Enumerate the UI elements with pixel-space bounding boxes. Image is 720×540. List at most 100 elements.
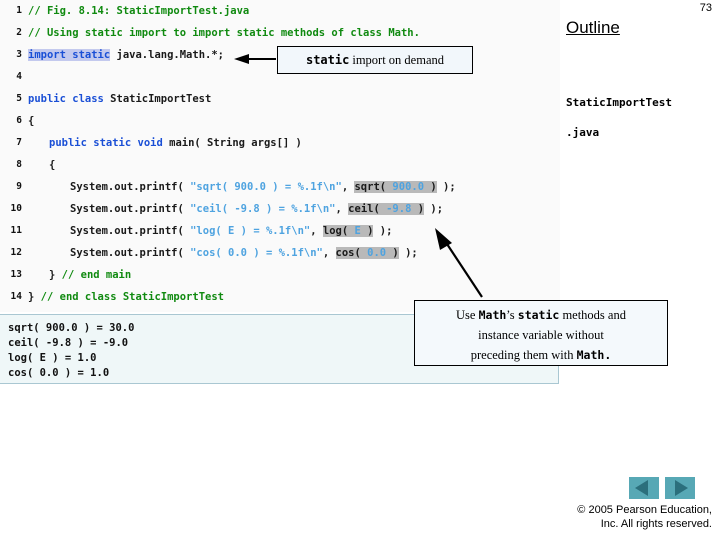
- callout-static-import-on-demand: static import on demand: [277, 46, 473, 74]
- code-line-number: 3: [16, 49, 22, 60]
- code-token: 900.0: [392, 181, 425, 193]
- code-token: System.out.printf(: [70, 181, 191, 193]
- code-token: {: [28, 115, 35, 127]
- code-token: // end class StaticImportTest: [40, 291, 224, 303]
- code-line-text: {: [28, 110, 34, 132]
- code-line-text: System.out.printf( "sqrt( 900.0 ) = %.1f…: [28, 176, 456, 198]
- code-token: "cos( 0.0 ) = %.1f\n": [190, 247, 323, 259]
- code-token: );: [373, 225, 393, 237]
- code-token: );: [398, 247, 418, 259]
- code-line: 5 public class StaticImportTest: [0, 88, 560, 110]
- code-line-number: 13: [10, 269, 22, 280]
- code-token: log(: [322, 225, 355, 237]
- callout-math-text: preceding them with: [470, 348, 577, 362]
- code-token: cos(: [335, 247, 368, 259]
- outline-heading: Outline: [566, 18, 620, 37]
- code-line-text: import static java.lang.Math.*;: [28, 44, 224, 66]
- callout-math-line: instance variable without: [421, 325, 661, 345]
- code-token: public class: [28, 93, 104, 105]
- code-line-number: 12: [10, 247, 22, 258]
- callout-math-text: methods and: [559, 308, 626, 322]
- previous-slide-button[interactable]: [629, 477, 659, 499]
- code-token: System.out.printf(: [70, 203, 191, 215]
- slide-navigation: [629, 477, 695, 501]
- code-line-number: 14: [10, 291, 22, 302]
- output-line: cos( 0.0 ) = 1.0: [8, 367, 110, 379]
- code-token: }: [49, 269, 62, 281]
- code-line-text: } // end main: [28, 264, 131, 286]
- code-line-text: System.out.printf( "log( E ) = %.1f\n", …: [28, 220, 392, 242]
- callout-math-text: ’s: [506, 308, 518, 322]
- code-line: 13} // end main: [0, 264, 560, 286]
- code-token: 0.0: [367, 247, 387, 259]
- code-line-number: 10: [10, 203, 22, 214]
- code-token: ,: [310, 225, 323, 237]
- right-triangle-icon: [675, 480, 688, 496]
- code-token: }: [28, 291, 41, 303]
- copyright-line-2: Inc. All rights reserved.: [600, 518, 712, 530]
- code-token: // Using static import to import static …: [28, 27, 420, 39]
- next-slide-button[interactable]: [665, 477, 695, 499]
- code-token: ): [424, 181, 437, 193]
- code-token: main( String args[] ): [162, 137, 302, 149]
- code-line-text: // Using static import to import static …: [28, 22, 420, 44]
- code-line-text: System.out.printf( "ceil( -9.8 ) = %.1f\…: [28, 198, 443, 220]
- callout-math-static-methods: Use Math’s static methods and instance va…: [414, 300, 668, 366]
- code-line: 1 // Fig. 8.14: StaticImportTest.java: [0, 0, 560, 22]
- code-token: // Fig. 8.14: StaticImportTest.java: [28, 5, 250, 17]
- code-line: 2 // Using static import to import static…: [0, 22, 560, 44]
- code-token: "sqrt( 900.0 ) = %.1f\n": [190, 181, 342, 193]
- callout-math-text: Use: [456, 308, 479, 322]
- copyright-line-1: © 2005 Pearson Education,: [577, 504, 712, 516]
- code-token: E: [354, 225, 361, 237]
- code-token: StaticImportTest: [103, 93, 212, 105]
- code-line-number: 6: [16, 115, 22, 126]
- code-token: sqrt(: [354, 181, 393, 193]
- code-token: "ceil( -9.8 ) = %.1f\n": [190, 203, 336, 215]
- code-line-number: 1: [16, 5, 22, 16]
- code-token: {: [49, 159, 56, 171]
- code-line: 7 public static void main( String args[] …: [0, 132, 560, 154]
- callout-math-code: Math.: [576, 348, 612, 362]
- callout-math-text: instance variable without: [478, 328, 604, 342]
- code-line-text: // Fig. 8.14: StaticImportTest.java: [28, 0, 249, 22]
- code-token: java.lang.Math.*;: [110, 49, 224, 61]
- code-token: "log( E ) = %.1f\n": [190, 225, 311, 237]
- code-line-number: 11: [10, 225, 22, 236]
- callout-import-keyword: static: [305, 53, 350, 67]
- code-token: ,: [335, 203, 349, 215]
- code-line-number: 9: [16, 181, 22, 192]
- code-line-number: 7: [16, 137, 22, 148]
- page-number: 73: [699, 2, 712, 14]
- code-line-number: 4: [16, 71, 22, 82]
- code-token: ceil(: [348, 203, 387, 215]
- code-line-text: public class StaticImportTest: [28, 88, 211, 110]
- code-line: 11 System.out.printf( "log( E ) = %.1f\n"…: [0, 220, 560, 242]
- code-line-text: {: [28, 154, 55, 176]
- copyright-notice: © 2005 Pearson Education, Inc. All right…: [472, 503, 712, 531]
- left-triangle-icon: [635, 480, 648, 496]
- code-token: ): [386, 247, 399, 259]
- code-token: ,: [341, 181, 355, 193]
- callout-math-code: Math: [478, 308, 507, 322]
- code-line-text: System.out.printf( "cos( 0.0 ) = %.1f\n"…: [28, 242, 418, 264]
- code-line-number: 5: [16, 93, 22, 104]
- code-line-text: } // end class StaticImportTest: [28, 286, 224, 308]
- callout-math-line: Use Math’s static methods and: [421, 305, 661, 325]
- code-token: );: [424, 203, 444, 215]
- code-line: 10 System.out.printf( "ceil( -9.8 ) = %.1…: [0, 198, 560, 220]
- code-line: 12 System.out.printf( "cos( 0.0 ) = %.1f\…: [0, 242, 560, 264]
- callout-math-line: preceding them with Math.: [421, 345, 661, 365]
- code-token: ): [360, 225, 374, 237]
- code-token: // end main: [61, 269, 132, 281]
- code-line: 9 System.out.printf( "sqrt( 900.0 ) = %.1…: [0, 176, 560, 198]
- code-token: ): [411, 203, 425, 215]
- code-token: public static void: [49, 137, 163, 149]
- outline-file-line: StaticImportTest: [566, 96, 672, 109]
- code-token: ,: [322, 247, 336, 259]
- code-token: );: [436, 181, 456, 193]
- code-line-number: 8: [16, 159, 22, 170]
- callout-math-code: static: [517, 308, 560, 322]
- code-line: 8{: [0, 154, 560, 176]
- code-token: -9.8: [386, 203, 412, 215]
